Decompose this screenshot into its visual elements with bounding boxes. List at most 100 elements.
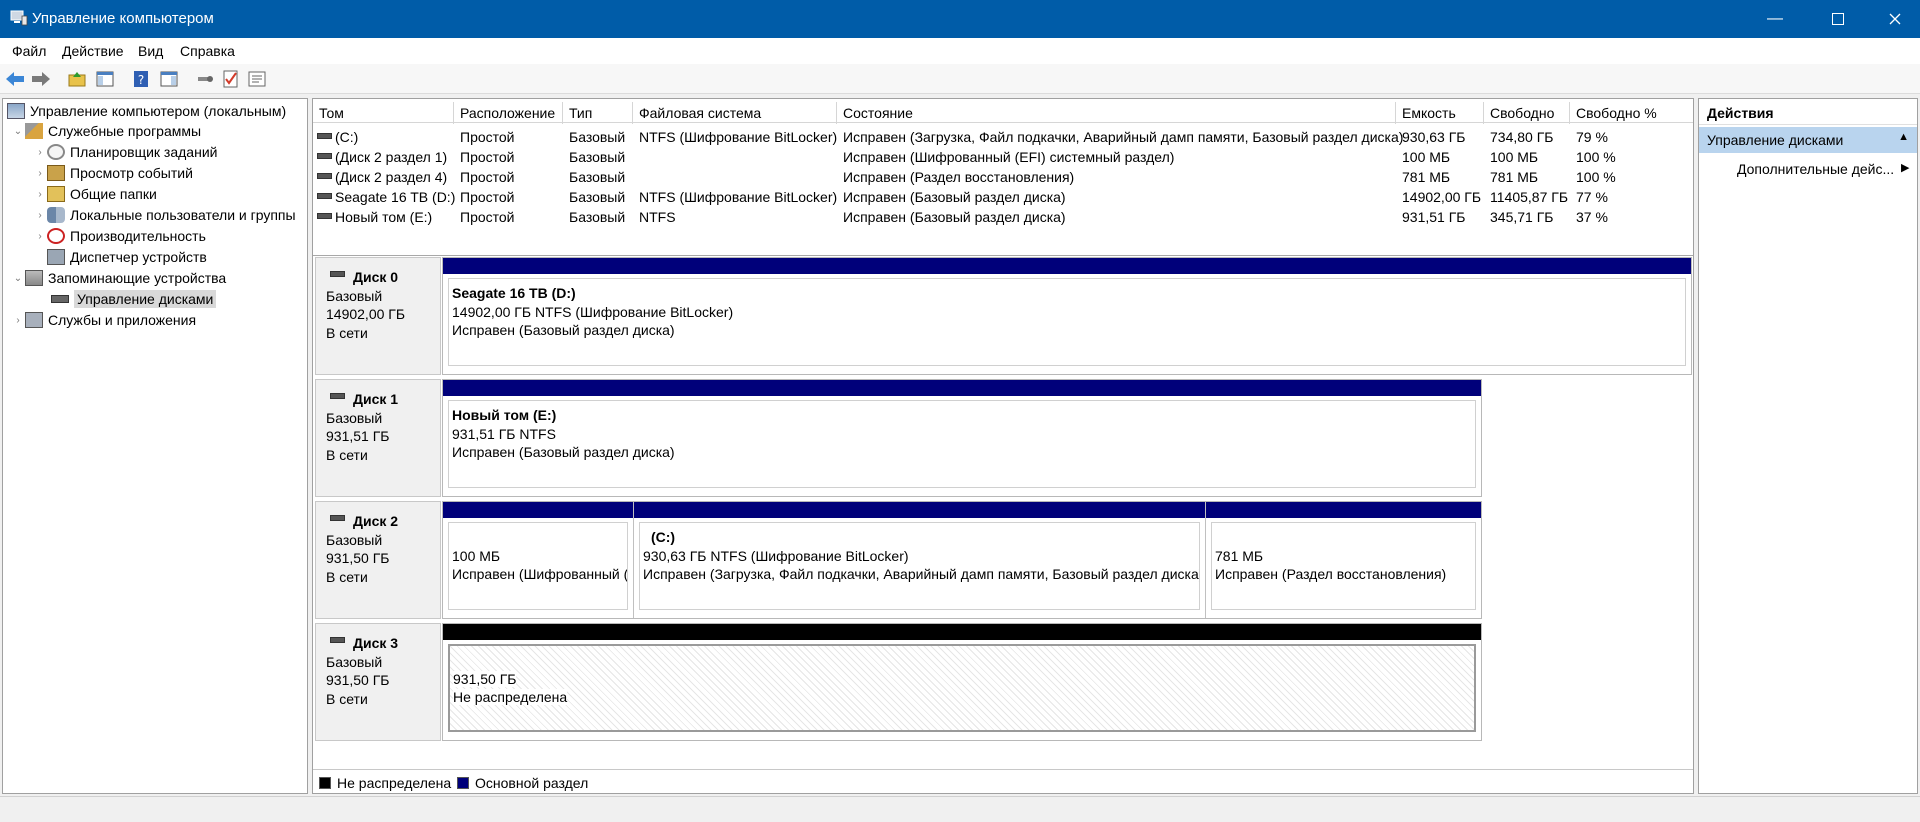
volume-row[interactable]: (Диск 2 раздел 4) Простой Базовый Исправен … xyxy=(313,167,1693,187)
volume-cell: Базовый xyxy=(569,189,626,205)
collapse-up-icon[interactable]: ▲ xyxy=(1898,131,1909,143)
chevron-down-icon[interactable]: ⌄ xyxy=(11,273,25,284)
chevron-right-icon[interactable]: › xyxy=(11,315,25,326)
tree-events[interactable]: › Просмотр событий xyxy=(33,163,193,183)
unallocated-space[interactable]: 931,50 ГБ Не распределена xyxy=(443,624,1481,740)
col-location[interactable]: Расположение xyxy=(454,102,563,124)
tree-services[interactable]: › Службы и приложения xyxy=(11,310,196,330)
volume-row[interactable]: (Диск 2 раздел 1) Простой Базовый Исправен … xyxy=(313,147,1693,167)
menu-view[interactable]: Вид xyxy=(138,43,163,59)
volume-cell: 100 МБ xyxy=(1402,149,1451,165)
partition-e[interactable]: Новый том (E:) 931,51 ГБ NTFS Исправен (… xyxy=(443,380,1481,496)
chevron-right-icon[interactable]: › xyxy=(33,189,47,200)
volume-row[interactable]: (C:) Простой Базовый NTFS (Шифрование BitLo… xyxy=(313,127,1693,147)
col-filesystem[interactable]: Файловая система xyxy=(633,102,837,124)
menu-help[interactable]: Справка xyxy=(180,43,235,59)
volume-cell: 781 МБ xyxy=(1490,169,1539,185)
tree-storage[interactable]: ⌄ Запоминающие устройства xyxy=(11,268,226,288)
volume-cell: Простой xyxy=(460,209,515,225)
key-icon xyxy=(198,76,213,82)
partition-bar xyxy=(634,502,1205,518)
legend-primary: Основной раздел xyxy=(475,775,589,791)
users-icon xyxy=(47,207,65,223)
checklist-button[interactable] xyxy=(220,68,242,90)
folder-up-icon xyxy=(68,72,86,87)
volume-row[interactable]: Новый том (E:) Простой Базовый NTFS Исправен… xyxy=(313,207,1693,227)
partition-bar xyxy=(443,624,1481,640)
up-folder-button[interactable] xyxy=(66,68,88,90)
forward-button[interactable] xyxy=(30,68,52,90)
help-button[interactable]: ? xyxy=(130,68,152,90)
properties-button[interactable] xyxy=(246,68,268,90)
volume-cell: 931,51 ГБ xyxy=(1402,209,1466,225)
disk-icon xyxy=(330,271,345,278)
volume-cell: Базовый xyxy=(569,129,626,145)
disk-icon xyxy=(330,515,345,522)
partition-d[interactable]: Seagate 16 TB (D:) 14902,00 ГБ NTFS (Шиф… xyxy=(443,258,1691,374)
volume-table: Том Расположение Тип Файловая система Со… xyxy=(313,99,1693,253)
submenu-arrow-icon: ▶ xyxy=(1901,162,1910,174)
volume-cell: Простой xyxy=(460,169,515,185)
volume-cell: Исправен (Базовый раздел диска) xyxy=(843,189,1066,205)
tree-perf[interactable]: › Производительность xyxy=(33,226,206,246)
close-button[interactable] xyxy=(1866,0,1920,38)
chevron-right-icon[interactable]: › xyxy=(33,168,47,179)
volume-cell: Исправен (Раздел восстановления) xyxy=(843,169,1075,185)
volume-cell: Базовый xyxy=(569,209,626,225)
tree-scheduler[interactable]: › Планировщик заданий xyxy=(33,142,217,162)
tree-users[interactable]: › Локальные пользователи и группы xyxy=(33,205,296,225)
tree-diskmgmt[interactable]: Управление дисками xyxy=(51,289,217,309)
col-status[interactable]: Состояние xyxy=(837,102,1396,124)
partition-bar xyxy=(443,502,633,518)
minimize-icon: — xyxy=(1767,10,1783,27)
disk-3-partitions: 931,50 ГБ Не распределена xyxy=(442,623,1482,741)
chevron-right-icon[interactable]: › xyxy=(33,231,47,242)
maximize-button[interactable] xyxy=(1809,0,1867,38)
tree-utilities[interactable]: ⌄ Служебные программы xyxy=(11,121,201,141)
partition-c[interactable]: (C:) 930,63 ГБ NTFS (Шифрование BitLocke… xyxy=(634,502,1206,618)
actions-pane: Действия Управление дисками ▲ Дополнител… xyxy=(1698,98,1918,794)
disk-3-label[interactable]: Диск 3 Базовый 931,50 ГБ В сети xyxy=(315,623,441,741)
menu-file[interactable]: Файл xyxy=(12,43,46,59)
console-tree-icon xyxy=(96,71,114,87)
col-type[interactable]: Тип xyxy=(563,102,633,124)
col-free[interactable]: Свободно xyxy=(1484,102,1570,124)
volume-cell: Исправен (Шифрованный (EFI) системный ра… xyxy=(843,149,1175,165)
storage-icon xyxy=(25,270,43,286)
volume-cell: Исправен (Загрузка, Файл подкачки, Авари… xyxy=(843,129,1404,145)
volume-icon xyxy=(317,153,332,159)
disk-props-button[interactable] xyxy=(194,68,216,90)
minimize-button[interactable]: — xyxy=(1746,0,1804,38)
tree-devmgr[interactable]: Диспетчер устройств xyxy=(47,247,207,267)
back-button[interactable] xyxy=(4,68,26,90)
actions-section-disk-management[interactable]: Управление дисками ▲ xyxy=(1699,127,1917,153)
volume-row[interactable]: Seagate 16 TB (D:) Простой Базовый NTFS (Ши… xyxy=(313,187,1693,207)
more-actions-item[interactable]: Дополнительные дейс... xyxy=(1737,161,1894,177)
volume-cell: (C:) xyxy=(335,129,359,145)
partition-efi[interactable]: 100 МБ Исправен (Шифрованный ( xyxy=(443,502,634,618)
col-volume[interactable]: Том xyxy=(313,102,454,124)
chevron-right-icon[interactable]: › xyxy=(33,210,47,221)
partition-bar xyxy=(443,258,1691,274)
disk-2-label[interactable]: Диск 2 Базовый 931,50 ГБ В сети xyxy=(315,501,441,619)
disk-0-label[interactable]: Диск 0 Базовый 14902,00 ГБ В сети xyxy=(315,257,441,375)
col-capacity[interactable]: Емкость xyxy=(1396,102,1484,124)
legend-unallocated: Не распределена xyxy=(337,775,452,791)
main-pane: Том Расположение Тип Файловая система Со… xyxy=(312,98,1694,794)
maximize-icon xyxy=(1832,13,1844,25)
disk-1-label[interactable]: Диск 1 Базовый 931,51 ГБ В сети xyxy=(315,379,441,497)
show-action-pane-button[interactable] xyxy=(158,68,180,90)
col-free-percent[interactable]: Свободно % xyxy=(1570,102,1693,124)
actions-header: Действия xyxy=(1699,99,1917,125)
tree-shared[interactable]: › Общие папки xyxy=(33,184,157,204)
properties-icon xyxy=(248,71,266,87)
chevron-right-icon[interactable]: › xyxy=(33,147,47,158)
partition-recovery[interactable]: 781 МБ Исправен (Раздел восстановления) xyxy=(1206,502,1481,618)
chevron-down-icon[interactable]: ⌄ xyxy=(11,126,25,137)
show-tree-button[interactable] xyxy=(94,68,116,90)
volume-cell: NTFS (Шифрование BitLocker) xyxy=(639,189,838,205)
tree-root[interactable]: Управление компьютером (локальным) xyxy=(7,101,286,121)
volume-icon xyxy=(317,213,332,219)
menu-action[interactable]: Действие xyxy=(62,43,124,59)
disk-1-partitions: Новый том (E:) 931,51 ГБ NTFS Исправен (… xyxy=(442,379,1482,497)
